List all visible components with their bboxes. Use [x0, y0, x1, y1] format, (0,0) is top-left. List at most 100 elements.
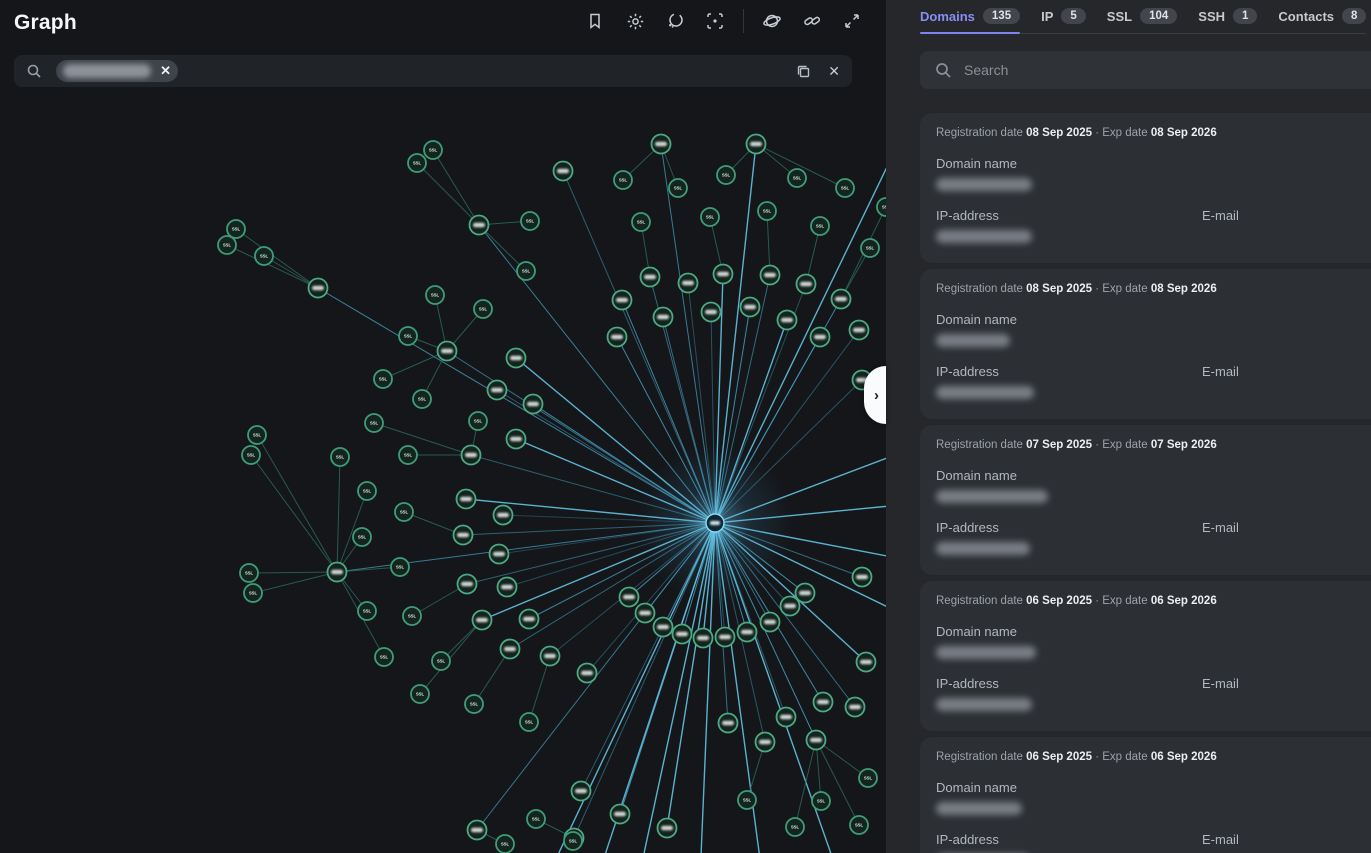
- graph-node[interactable]: [613, 291, 632, 310]
- graph-node[interactable]: [654, 308, 673, 327]
- tab-domains[interactable]: Domains135: [920, 8, 1020, 26]
- graph-node[interactable]: SSL: [786, 818, 804, 836]
- graph-node[interactable]: SSL: [353, 528, 371, 546]
- domain-card[interactable]: Registration date 08 Sep 2025 · Exp date…: [920, 269, 1371, 419]
- center-focus-icon[interactable]: [703, 9, 727, 33]
- domain-card[interactable]: Registration date 07 Sep 2025 · Exp date…: [920, 425, 1371, 575]
- graph-node[interactable]: SSL: [614, 171, 632, 189]
- tab-ip[interactable]: IP5: [1041, 8, 1086, 26]
- graph-node[interactable]: SSL: [218, 236, 236, 254]
- graph-node[interactable]: [473, 611, 492, 630]
- graph-node[interactable]: [309, 279, 328, 298]
- graph-node[interactable]: SSL: [527, 810, 545, 828]
- graph-node[interactable]: SSL: [496, 835, 514, 853]
- graph-node[interactable]: [777, 708, 796, 727]
- graph-node[interactable]: [673, 625, 692, 644]
- graph-node[interactable]: SSL: [788, 169, 806, 187]
- graph-node[interactable]: [781, 597, 800, 616]
- graph-node[interactable]: [747, 135, 766, 154]
- graph-node[interactable]: [741, 298, 760, 317]
- expand-fullscreen-icon[interactable]: [840, 9, 864, 33]
- panel-search-input[interactable]: [964, 62, 1324, 78]
- graph-node[interactable]: [457, 490, 476, 509]
- graph-node[interactable]: SSL: [399, 327, 417, 345]
- graph-node[interactable]: [611, 805, 630, 824]
- tab-ssh[interactable]: SSH1: [1198, 8, 1257, 26]
- graph-node[interactable]: [507, 349, 526, 368]
- lasso-select-icon[interactable]: [663, 9, 687, 33]
- graph-node[interactable]: [458, 575, 477, 594]
- graph-node[interactable]: [658, 819, 677, 838]
- graph-node[interactable]: SSL: [399, 446, 417, 464]
- graph-node[interactable]: SSL: [758, 202, 776, 220]
- graph-node[interactable]: [652, 135, 671, 154]
- graph-node[interactable]: SSL: [877, 198, 886, 216]
- graph-node[interactable]: SSL: [861, 239, 879, 257]
- graph-search-bar[interactable]: ✕ ✕: [14, 55, 852, 87]
- graph-node[interactable]: [438, 342, 457, 361]
- search-query-chip[interactable]: ✕: [56, 60, 178, 82]
- graph-node[interactable]: SSL: [632, 213, 650, 231]
- graph-node[interactable]: [636, 604, 655, 623]
- graph-node[interactable]: [850, 321, 869, 340]
- domain-card[interactable]: Registration date 06 Sep 2025 · Exp date…: [920, 737, 1371, 853]
- graph-node[interactable]: SSL: [850, 816, 868, 834]
- chip-clear-icon[interactable]: ✕: [160, 63, 171, 79]
- copy-icon[interactable]: [795, 63, 812, 80]
- graph-node[interactable]: [811, 328, 830, 347]
- graph-node[interactable]: SSL: [520, 713, 538, 731]
- graph-node[interactable]: [694, 629, 713, 648]
- search-close-icon[interactable]: ✕: [828, 63, 840, 80]
- graph-node[interactable]: SSL: [517, 262, 535, 280]
- settings-gear-icon[interactable]: [623, 9, 647, 33]
- graph-node[interactable]: [488, 381, 507, 400]
- graph-node[interactable]: SSL: [365, 414, 383, 432]
- graph-node[interactable]: SSL: [358, 602, 376, 620]
- graph-node[interactable]: SSL: [403, 607, 421, 625]
- graph-center-node[interactable]: [706, 514, 724, 532]
- graph-node[interactable]: [846, 698, 865, 717]
- tab-contacts[interactable]: Contacts8: [1278, 8, 1366, 26]
- graph-node[interactable]: SSL: [469, 412, 487, 430]
- domain-card[interactable]: Registration date 06 Sep 2025 · Exp date…: [920, 581, 1371, 731]
- graph-node[interactable]: [654, 618, 673, 637]
- graph-node[interactable]: [468, 821, 487, 840]
- link-icon[interactable]: [800, 9, 824, 33]
- graph-node[interactable]: SSL: [859, 769, 877, 787]
- graph-node[interactable]: SSL: [413, 390, 431, 408]
- graph-node[interactable]: SSL: [426, 286, 444, 304]
- graph-canvas[interactable]: SSL SSL SSL SSL SSL SSL SSL SSL SSL SSL SSL SSL SSL S…: [0, 0, 886, 853]
- graph-node[interactable]: [714, 265, 733, 284]
- graph-node[interactable]: SSL: [248, 426, 266, 444]
- graph-node[interactable]: SSL: [717, 166, 735, 184]
- graph-node[interactable]: [679, 274, 698, 293]
- graph-node[interactable]: SSL: [812, 792, 830, 810]
- graph-node[interactable]: SSL: [836, 179, 854, 197]
- graph-node[interactable]: [541, 647, 560, 666]
- graph-node[interactable]: SSL: [374, 370, 392, 388]
- graph-node[interactable]: SSL: [331, 448, 349, 466]
- graph-node[interactable]: [520, 610, 539, 629]
- graph-node[interactable]: SSL: [738, 791, 756, 809]
- graph-node[interactable]: [507, 430, 526, 449]
- graph-node[interactable]: SSL: [669, 179, 687, 197]
- graph-node[interactable]: [814, 693, 833, 712]
- graph-node[interactable]: [462, 446, 481, 465]
- graph-node[interactable]: [832, 290, 851, 309]
- graph-node[interactable]: [554, 162, 573, 181]
- graph-node[interactable]: SSL: [432, 652, 450, 670]
- graph-node[interactable]: [756, 733, 775, 752]
- graph-node[interactable]: [797, 275, 816, 294]
- graph-node[interactable]: [716, 628, 735, 647]
- graph-node[interactable]: SSL: [375, 648, 393, 666]
- orbit-graph-icon[interactable]: [760, 9, 784, 33]
- graph-node[interactable]: [470, 216, 489, 235]
- graph-node[interactable]: SSL: [391, 558, 409, 576]
- graph-node[interactable]: [796, 584, 815, 603]
- panel-search-bar[interactable]: [920, 51, 1371, 89]
- graph-node[interactable]: SSL: [227, 220, 245, 238]
- graph-node[interactable]: SSL: [408, 154, 426, 172]
- graph-node[interactable]: [761, 613, 780, 632]
- graph-node[interactable]: SSL: [465, 695, 483, 713]
- graph-node[interactable]: SSL: [811, 217, 829, 235]
